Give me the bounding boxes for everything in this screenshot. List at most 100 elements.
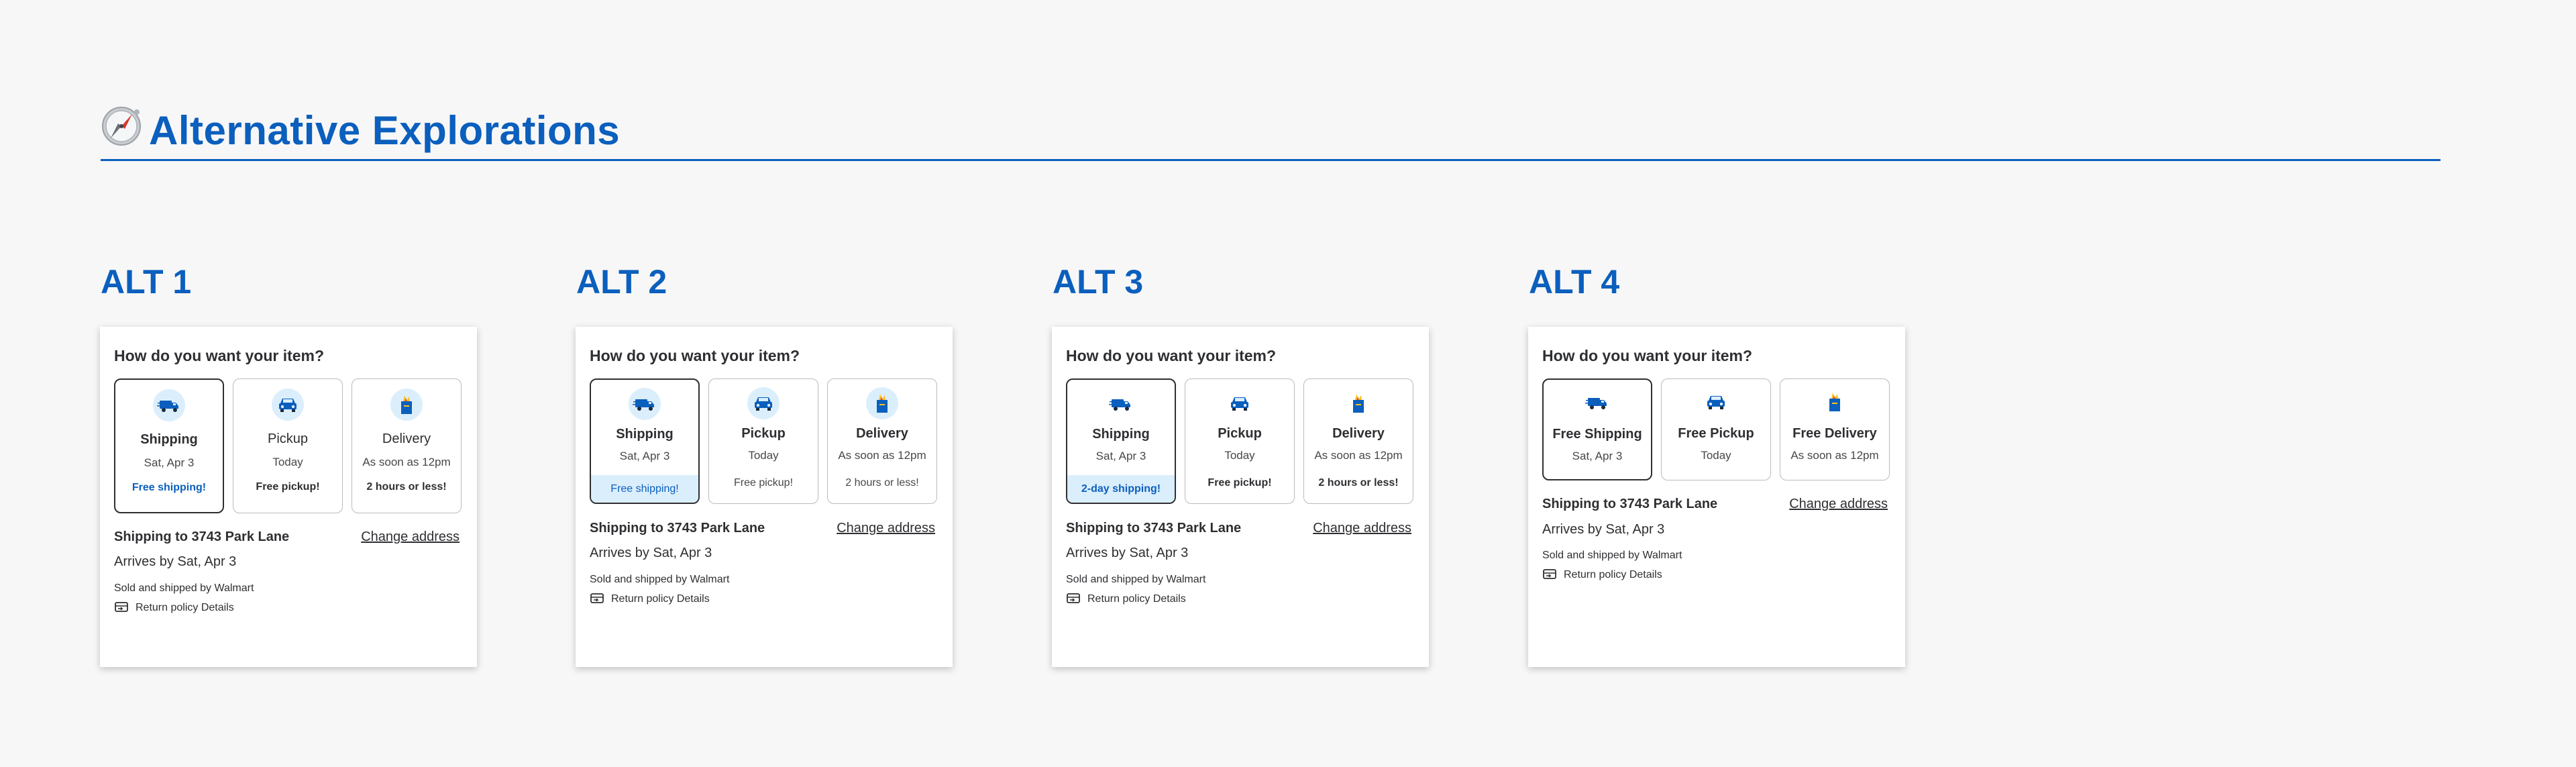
shipping-address: Shipping to 3743 Park Lane: [1066, 521, 1242, 535]
option-detail: As soon as 12pm: [838, 449, 926, 462]
option-detail: Today: [1224, 449, 1255, 462]
option-shipping[interactable]: Shipping Sat, Apr 3 Free shipping!: [590, 378, 700, 504]
option-pickup[interactable]: Pickup Today Free pickup!: [1185, 378, 1295, 504]
car-icon: [747, 387, 780, 419]
option-delivery[interactable]: Delivery As soon as 12pm 2 hours or less…: [827, 378, 937, 504]
car-icon: [1224, 387, 1256, 419]
option-detail: Sat, Apr 3: [1572, 450, 1623, 462]
change-address-link[interactable]: Change address: [1313, 521, 1411, 536]
option-detail: As soon as 12pm: [362, 456, 451, 468]
option-name: Free Delivery: [1792, 426, 1877, 441]
seller-info: Sold and shipped by Walmart: [114, 582, 254, 594]
compass-icon: [102, 107, 141, 146]
alt-label: ALT 2: [576, 263, 667, 301]
bag-icon: [390, 389, 423, 421]
card-question: How do you want your item?: [114, 347, 325, 364]
return-box-icon: [1067, 593, 1080, 603]
bag-icon: [1819, 386, 1851, 418]
bag-icon: [866, 387, 898, 419]
option-badge: Free shipping!: [591, 475, 698, 503]
car-icon: [1700, 386, 1732, 418]
return-policy-text: Return policy Details: [1087, 593, 1186, 605]
option-name: Delivery: [856, 426, 908, 441]
option-badge: Free pickup!: [256, 481, 320, 493]
seller-info: Sold and shipped by Walmart: [1542, 550, 1682, 561]
arrival-date: Arrives by Sat, Apr 3: [590, 546, 712, 560]
option-name: Pickup: [267, 431, 309, 446]
option-name: Shipping: [1092, 427, 1150, 442]
change-address-link[interactable]: Change address: [837, 521, 935, 536]
truck-icon: [153, 389, 185, 421]
option-name: Pickup: [741, 426, 786, 441]
card-question: How do you want your item?: [1542, 347, 1753, 364]
return-policy[interactable]: Return policy Details: [114, 601, 234, 615]
option-name: Shipping: [140, 432, 198, 447]
option-detail: As soon as 12pm: [1790, 449, 1879, 462]
alt-label: ALT 4: [1529, 263, 1620, 301]
arrival-date: Arrives by Sat, Apr 3: [1542, 522, 1665, 537]
return-policy[interactable]: Return policy Details: [1542, 568, 1662, 582]
return-policy-text: Return policy Details: [136, 602, 234, 614]
truck-icon: [1581, 387, 1613, 419]
shipping-address: Shipping to 3743 Park Lane: [590, 521, 765, 535]
return-box-icon: [590, 593, 604, 603]
return-policy[interactable]: Return policy Details: [590, 593, 710, 606]
option-name: Shipping: [616, 427, 674, 442]
return-box-icon: [115, 602, 128, 612]
return-policy[interactable]: Return policy Details: [1066, 593, 1186, 606]
option-badge: Free shipping!: [131, 482, 207, 493]
return-policy-text: Return policy Details: [611, 593, 710, 605]
option-name: Free Shipping: [1552, 427, 1642, 442]
change-address-link[interactable]: Change address: [1789, 497, 1888, 512]
alt-label: ALT 1: [101, 263, 192, 301]
arrival-date: Arrives by Sat, Apr 3: [114, 554, 237, 569]
option-shipping[interactable]: Shipping Sat, Apr 3 2-day shipping!: [1066, 378, 1176, 504]
car-icon: [272, 389, 304, 421]
return-box-icon: [1543, 569, 1556, 579]
option-badge: 2 hours or less!: [366, 481, 447, 493]
truck-icon: [629, 388, 661, 420]
option-shipping[interactable]: Shipping Sat, Apr 3 Free shipping!: [114, 378, 224, 513]
option-detail: Today: [272, 456, 303, 468]
shipping-address: Shipping to 3743 Park Lane: [114, 529, 290, 544]
option-name: Free Pickup: [1678, 426, 1754, 441]
arrival-date: Arrives by Sat, Apr 3: [1066, 546, 1189, 560]
option-badge: 2 hours or less!: [1318, 477, 1399, 489]
option-badge: 2-day shipping!: [1067, 475, 1175, 503]
seller-info: Sold and shipped by Walmart: [1066, 574, 1206, 585]
option-delivery[interactable]: Delivery As soon as 12pm 2 hours or less…: [1303, 378, 1413, 504]
fulfillment-card: How do you want your item? Shipping Sat,…: [100, 327, 477, 667]
option-detail: Today: [1701, 449, 1731, 462]
alt-label: ALT 3: [1053, 263, 1144, 301]
card-question: How do you want your item?: [590, 347, 800, 364]
seller-info: Sold and shipped by Walmart: [590, 574, 730, 585]
option-pickup[interactable]: Free Pickup Today: [1661, 378, 1771, 480]
option-name: Delivery: [1332, 426, 1385, 441]
change-address-link[interactable]: Change address: [361, 529, 460, 545]
fulfillment-card: How do you want your item? Shipping Sat,…: [1052, 327, 1429, 667]
option-shipping[interactable]: Free Shipping Sat, Apr 3: [1542, 378, 1652, 480]
page-header: Alternative Explorations: [101, 104, 2440, 161]
option-detail: Today: [748, 449, 779, 462]
option-name: Delivery: [382, 431, 431, 446]
truck-icon: [1105, 388, 1137, 420]
option-name: Pickup: [1218, 426, 1262, 441]
page-title: Alternative Explorations: [149, 108, 621, 153]
card-question: How do you want your item?: [1066, 347, 1277, 364]
option-detail: Sat, Apr 3: [1095, 450, 1146, 462]
option-badge: 2 hours or less!: [845, 477, 919, 489]
fulfillment-card: How do you want your item? Free Shipping…: [1528, 327, 1905, 667]
option-detail: Sat, Apr 3: [619, 450, 670, 462]
option-detail: As soon as 12pm: [1314, 449, 1403, 462]
fulfillment-card: How do you want your item? Shipping Sat,…: [576, 327, 953, 667]
option-pickup[interactable]: Pickup Today Free pickup!: [708, 378, 818, 504]
bag-icon: [1342, 387, 1375, 419]
option-badge: Free pickup!: [733, 477, 794, 489]
return-policy-text: Return policy Details: [1564, 569, 1662, 581]
option-detail: Sat, Apr 3: [144, 456, 195, 469]
option-delivery[interactable]: Delivery As soon as 12pm 2 hours or less…: [352, 378, 462, 513]
option-pickup[interactable]: Pickup Today Free pickup!: [233, 378, 343, 513]
option-delivery[interactable]: Free Delivery As soon as 12pm: [1780, 378, 1890, 480]
shipping-address: Shipping to 3743 Park Lane: [1542, 497, 1718, 511]
option-badge: Free pickup!: [1208, 477, 1272, 489]
